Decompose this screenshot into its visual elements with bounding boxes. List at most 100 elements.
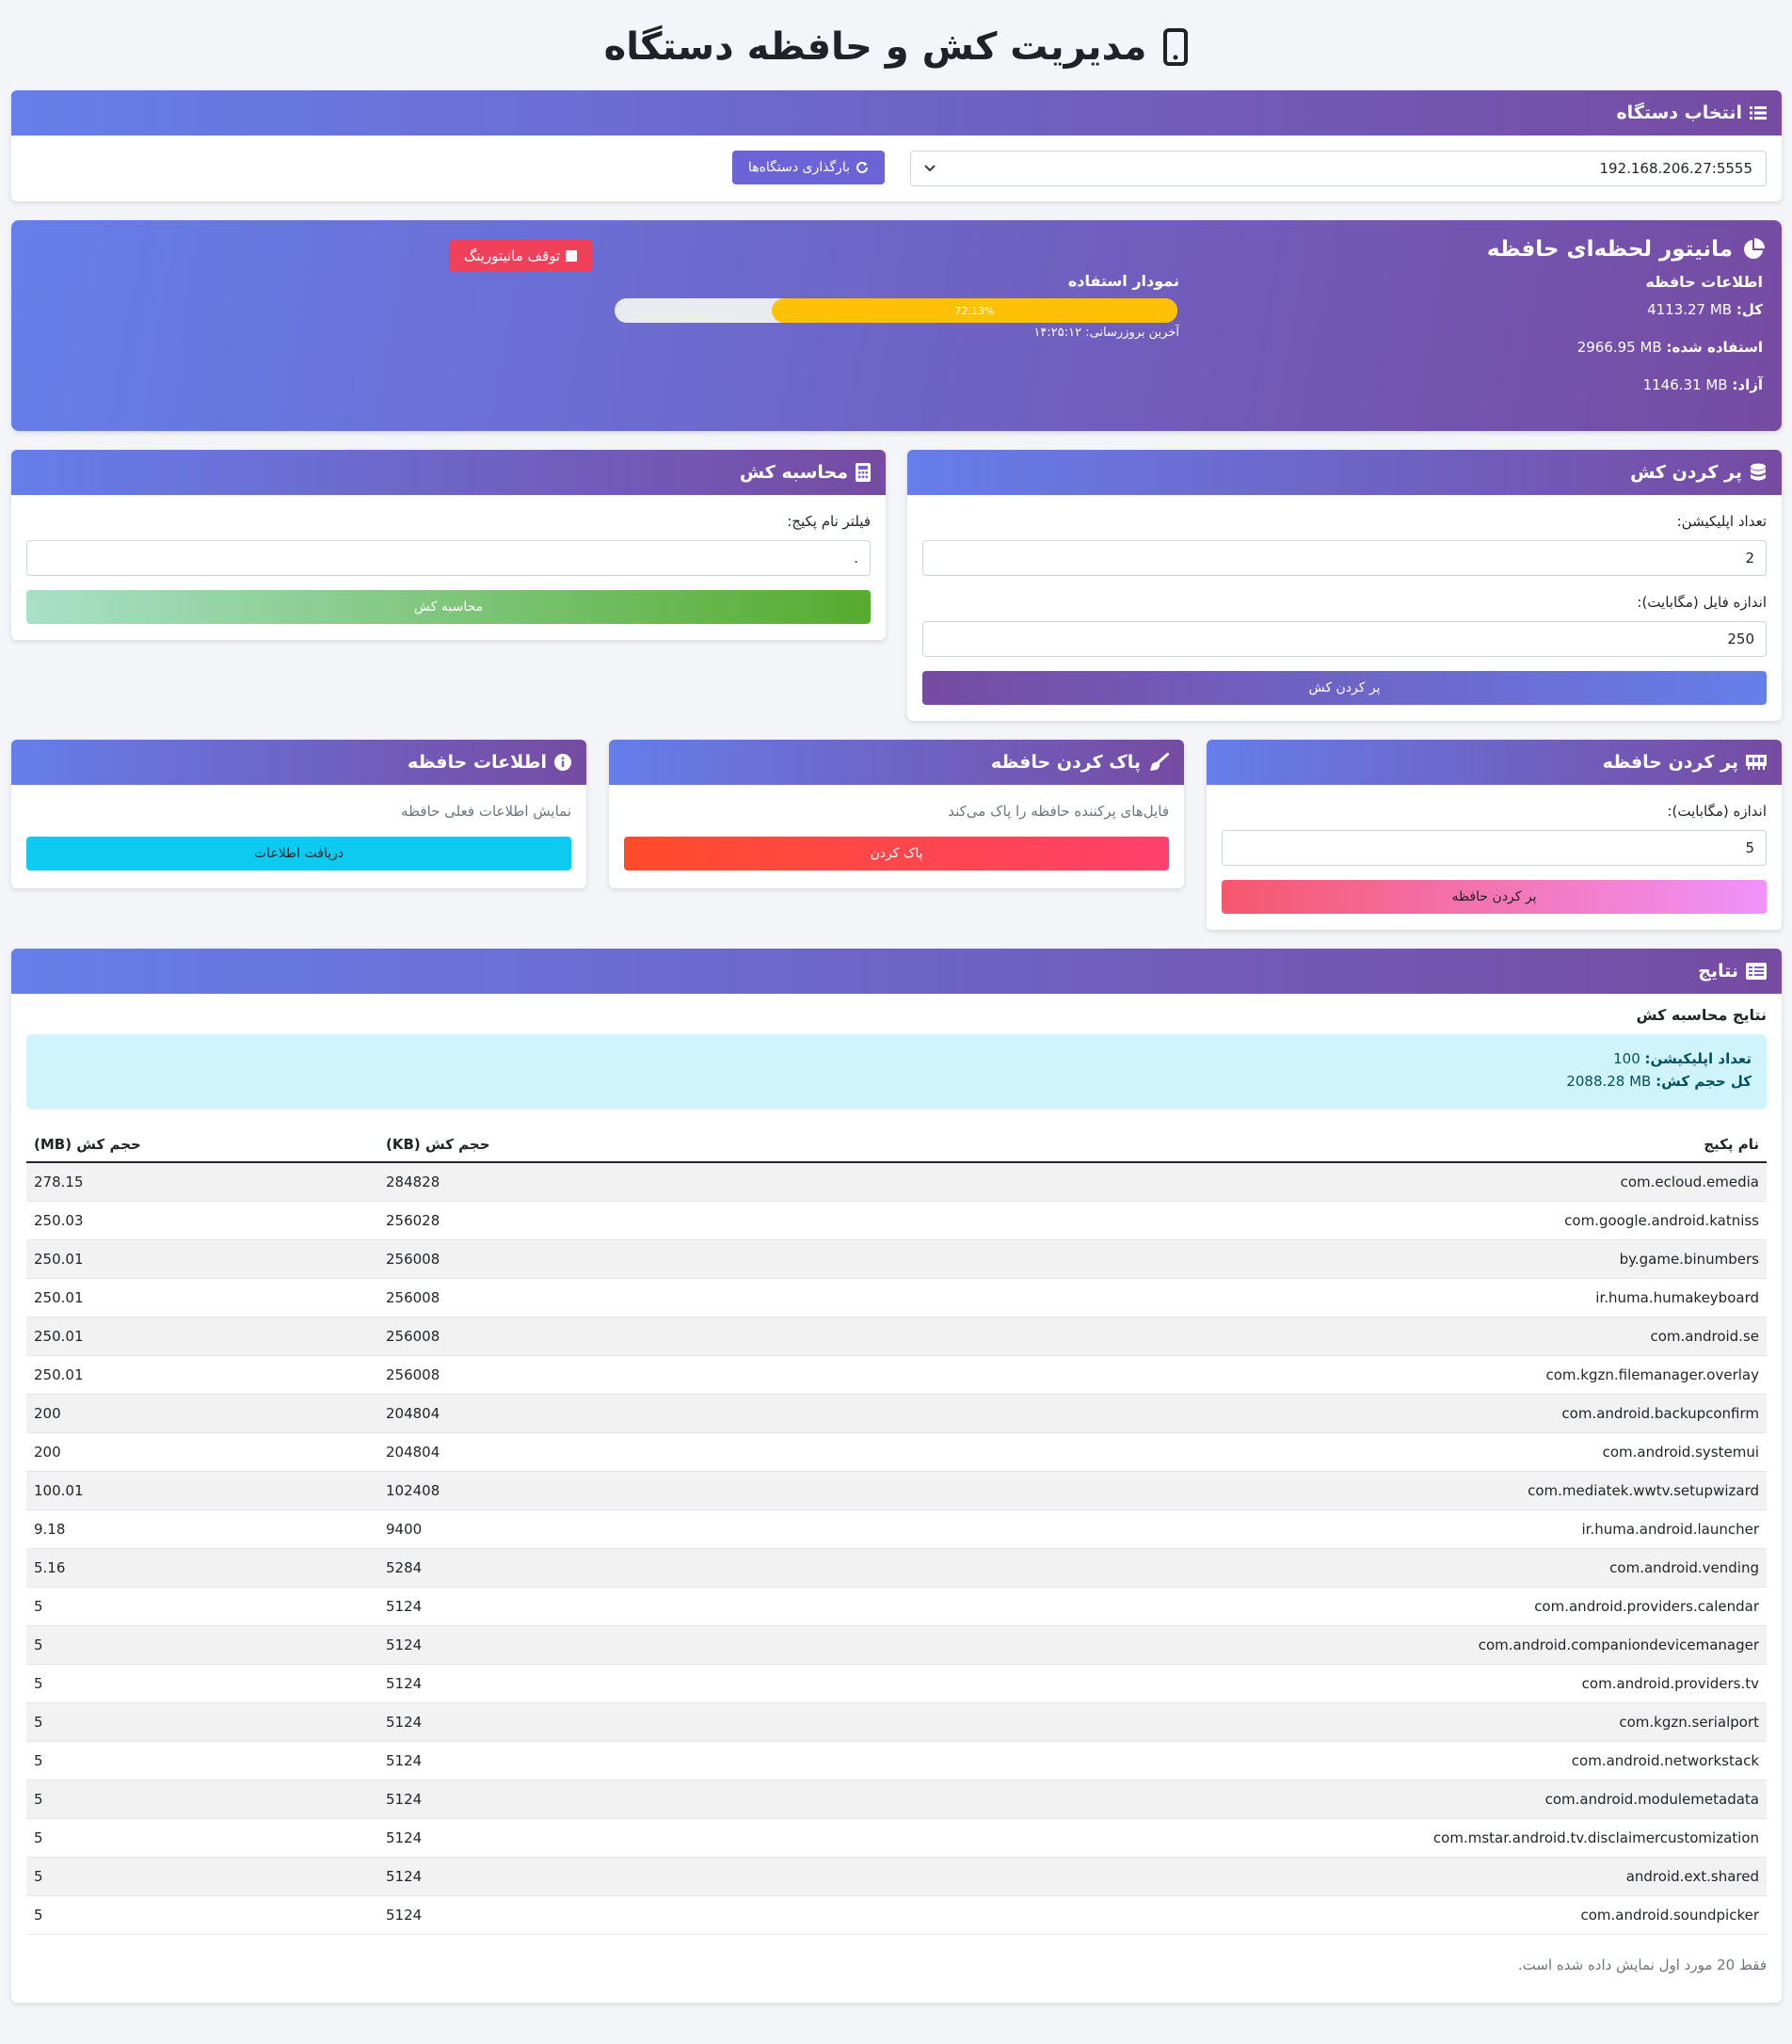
clear-memory-card: پاک کردن حافظه فایل‌های پرکننده حافظه را… (609, 740, 1184, 888)
fill-cache-button-label: پر کردن کش (1308, 680, 1381, 695)
file-size-label: اندازه فایل (مگابایت): (1637, 594, 1767, 611)
row-cache-mb: 5 (26, 1895, 378, 1935)
row-cache-kb: 204804 (378, 1432, 723, 1472)
table-row: com.ecloud.emedia 284828 278.15 (26, 1162, 1767, 1202)
fill-cache-header: پر کردن کش (907, 450, 1782, 495)
memory-info-description: نمایش اطلاعات فعلی حافظه (401, 803, 571, 820)
row-cache-kb: 9400 (378, 1509, 723, 1549)
memory-used: استفاده شده: 2966.95 MB (1577, 339, 1763, 356)
table-icon (1746, 963, 1767, 980)
reload-devices-label: بارگذاری دستگاه‌ها (747, 160, 851, 175)
memory-info-card: اطلاعات حافظه نمایش اطلاعات فعلی حافظه د… (11, 740, 586, 888)
row-cache-kb: 256008 (378, 1355, 723, 1395)
device-select[interactable]: 192.168.206.27:5555 (910, 151, 1767, 186)
table-row: com.android.modulemetadata 5124 5 (26, 1780, 1767, 1819)
table-row: com.android.companiondevicemanager 5124 5 (26, 1625, 1767, 1665)
usage-progress-text: 72.13% (954, 304, 995, 317)
device-card: انتخاب دستگاه 192.168.206.27:5555 بارگذا… (11, 90, 1782, 201)
row-package-name: com.mstar.android.tv.disclaimercustomiza… (723, 1818, 1767, 1858)
fill-cache-title: پر کردن کش (1630, 462, 1742, 483)
results-table: نام پکیج حجم کش (KB) حجم کش (MB) com.ecl… (26, 1127, 1767, 1935)
usage-progress-bar: 72.13% (615, 298, 1177, 323)
table-row: com.android.networkstack 5124 5 (26, 1741, 1767, 1781)
fill-memory-button-label: پر کردن حافظه (1451, 889, 1537, 904)
row-package-name: com.android.providers.tv (723, 1664, 1767, 1703)
database-icon (1750, 463, 1767, 482)
row-package-name: com.ecloud.emedia (723, 1162, 1767, 1202)
column-cache-kb[interactable]: حجم کش (KB) (378, 1127, 723, 1163)
row-cache-kb: 102408 (378, 1471, 723, 1510)
memory-icon (1746, 755, 1767, 770)
fill-memory-header: پر کردن حافظه (1207, 740, 1782, 785)
table-row: com.android.providers.calendar 5124 5 (26, 1587, 1767, 1626)
memory-size-input[interactable] (1222, 830, 1767, 866)
memory-info-heading: اطلاعات حافظه (1645, 273, 1763, 291)
table-row: com.android.soundpicker 5124 5 (26, 1895, 1767, 1935)
row-cache-kb: 5124 (378, 1780, 723, 1819)
row-package-name: com.android.systemui (723, 1432, 1767, 1472)
calc-cache-button[interactable]: محاسبه کش (26, 590, 871, 624)
row-cache-mb: 9.18 (26, 1509, 378, 1549)
row-cache-mb: 250.01 (26, 1278, 378, 1317)
calc-cache-header: محاسبه کش (11, 450, 886, 495)
stop-monitoring-button[interactable]: توقف مانیتورینگ (449, 240, 592, 272)
fill-cache-card: پر کردن کش تعداد اپلیکیشن: اندازه فایل (… (907, 450, 1782, 721)
row-package-name: com.android.soundpicker (723, 1895, 1767, 1935)
results-total-size-value: 2088.28 MB (1566, 1073, 1652, 1090)
results-total-size-label: کل حجم کش: (1656, 1073, 1752, 1090)
row-cache-mb: 5 (26, 1741, 378, 1781)
package-filter-label: فیلتر نام پکیج: (787, 513, 871, 530)
refresh-icon (856, 161, 869, 174)
row-package-name: com.android.vending (723, 1548, 1767, 1588)
clear-memory-title: پاک کردن حافظه (990, 752, 1141, 773)
reload-devices-button[interactable]: بارگذاری دستگاه‌ها (732, 151, 885, 184)
row-cache-mb: 5 (26, 1818, 378, 1858)
row-cache-kb: 5124 (378, 1664, 723, 1703)
app-count-input[interactable] (922, 540, 1767, 576)
get-memory-info-button[interactable]: دریافت اطلاعات (26, 837, 571, 870)
row-cache-kb: 284828 (378, 1162, 723, 1202)
row-cache-mb: 100.01 (26, 1471, 378, 1510)
row-package-name: com.android.providers.calendar (723, 1587, 1767, 1626)
memory-monitor: مانیتور لحظه‌ای حافظه اطلاعات حافظه کل: … (11, 220, 1782, 431)
file-size-input[interactable] (922, 621, 1767, 657)
row-cache-kb: 256028 (378, 1201, 723, 1240)
package-filter-input[interactable] (26, 540, 871, 576)
page-title-text: مدیریت کش و حافظه دستگاه (603, 25, 1147, 69)
device-select-value: 192.168.206.27:5555 (1599, 160, 1752, 177)
row-package-name: com.kgzn.serialport (723, 1702, 1767, 1742)
mobile-icon (1163, 28, 1189, 66)
clear-memory-button-label: پاک کردن (870, 846, 923, 861)
usage-progress-fill: 72.13% (771, 298, 1177, 323)
fill-memory-button[interactable]: پر کردن حافظه (1222, 880, 1767, 914)
row-cache-mb: 250.01 (26, 1317, 378, 1356)
page-title: مدیریت کش و حافظه دستگاه (0, 21, 1792, 73)
clear-memory-button[interactable]: پاک کردن (624, 837, 1169, 870)
row-cache-kb: 256008 (378, 1278, 723, 1317)
chevron-down-icon (924, 165, 936, 172)
row-cache-mb: 250.01 (26, 1355, 378, 1395)
results-table-header: نام پکیج حجم کش (KB) حجم کش (MB) (26, 1127, 1767, 1163)
memory-free-value: 1146.31 MB (1642, 376, 1728, 393)
memory-info-title: اطلاعات حافظه (408, 752, 547, 773)
row-cache-mb: 5 (26, 1702, 378, 1742)
memory-info-header: اطلاعات حافظه (11, 740, 586, 785)
row-package-name: com.google.android.katniss (723, 1201, 1767, 1240)
row-cache-mb: 250.03 (26, 1201, 378, 1240)
table-row: android.ext.shared 5124 5 (26, 1857, 1767, 1896)
pie-chart-icon (1742, 238, 1765, 261)
column-cache-mb[interactable]: حجم کش (MB) (26, 1127, 378, 1163)
info-icon (554, 754, 571, 771)
row-package-name: com.mediatek.wwtv.setupwizard (723, 1471, 1767, 1510)
fill-cache-button[interactable]: پر کردن کش (922, 671, 1767, 705)
memory-total-label: کل: (1736, 301, 1763, 318)
column-package-name[interactable]: نام پکیج (723, 1127, 1767, 1163)
row-package-name: com.android.modulemetadata (723, 1780, 1767, 1819)
row-cache-mb: 5 (26, 1780, 378, 1819)
memory-used-value: 2966.95 MB (1576, 339, 1662, 356)
row-cache-mb: 278.15 (26, 1162, 378, 1202)
row-cache-kb: 5124 (378, 1741, 723, 1781)
row-package-name: ir.huma.humakeyboard (723, 1278, 1767, 1317)
results-app-count-label: تعداد اپلیکیشن: (1644, 1050, 1752, 1067)
row-package-name: com.kgzn.filemanager.overlay (723, 1355, 1767, 1395)
